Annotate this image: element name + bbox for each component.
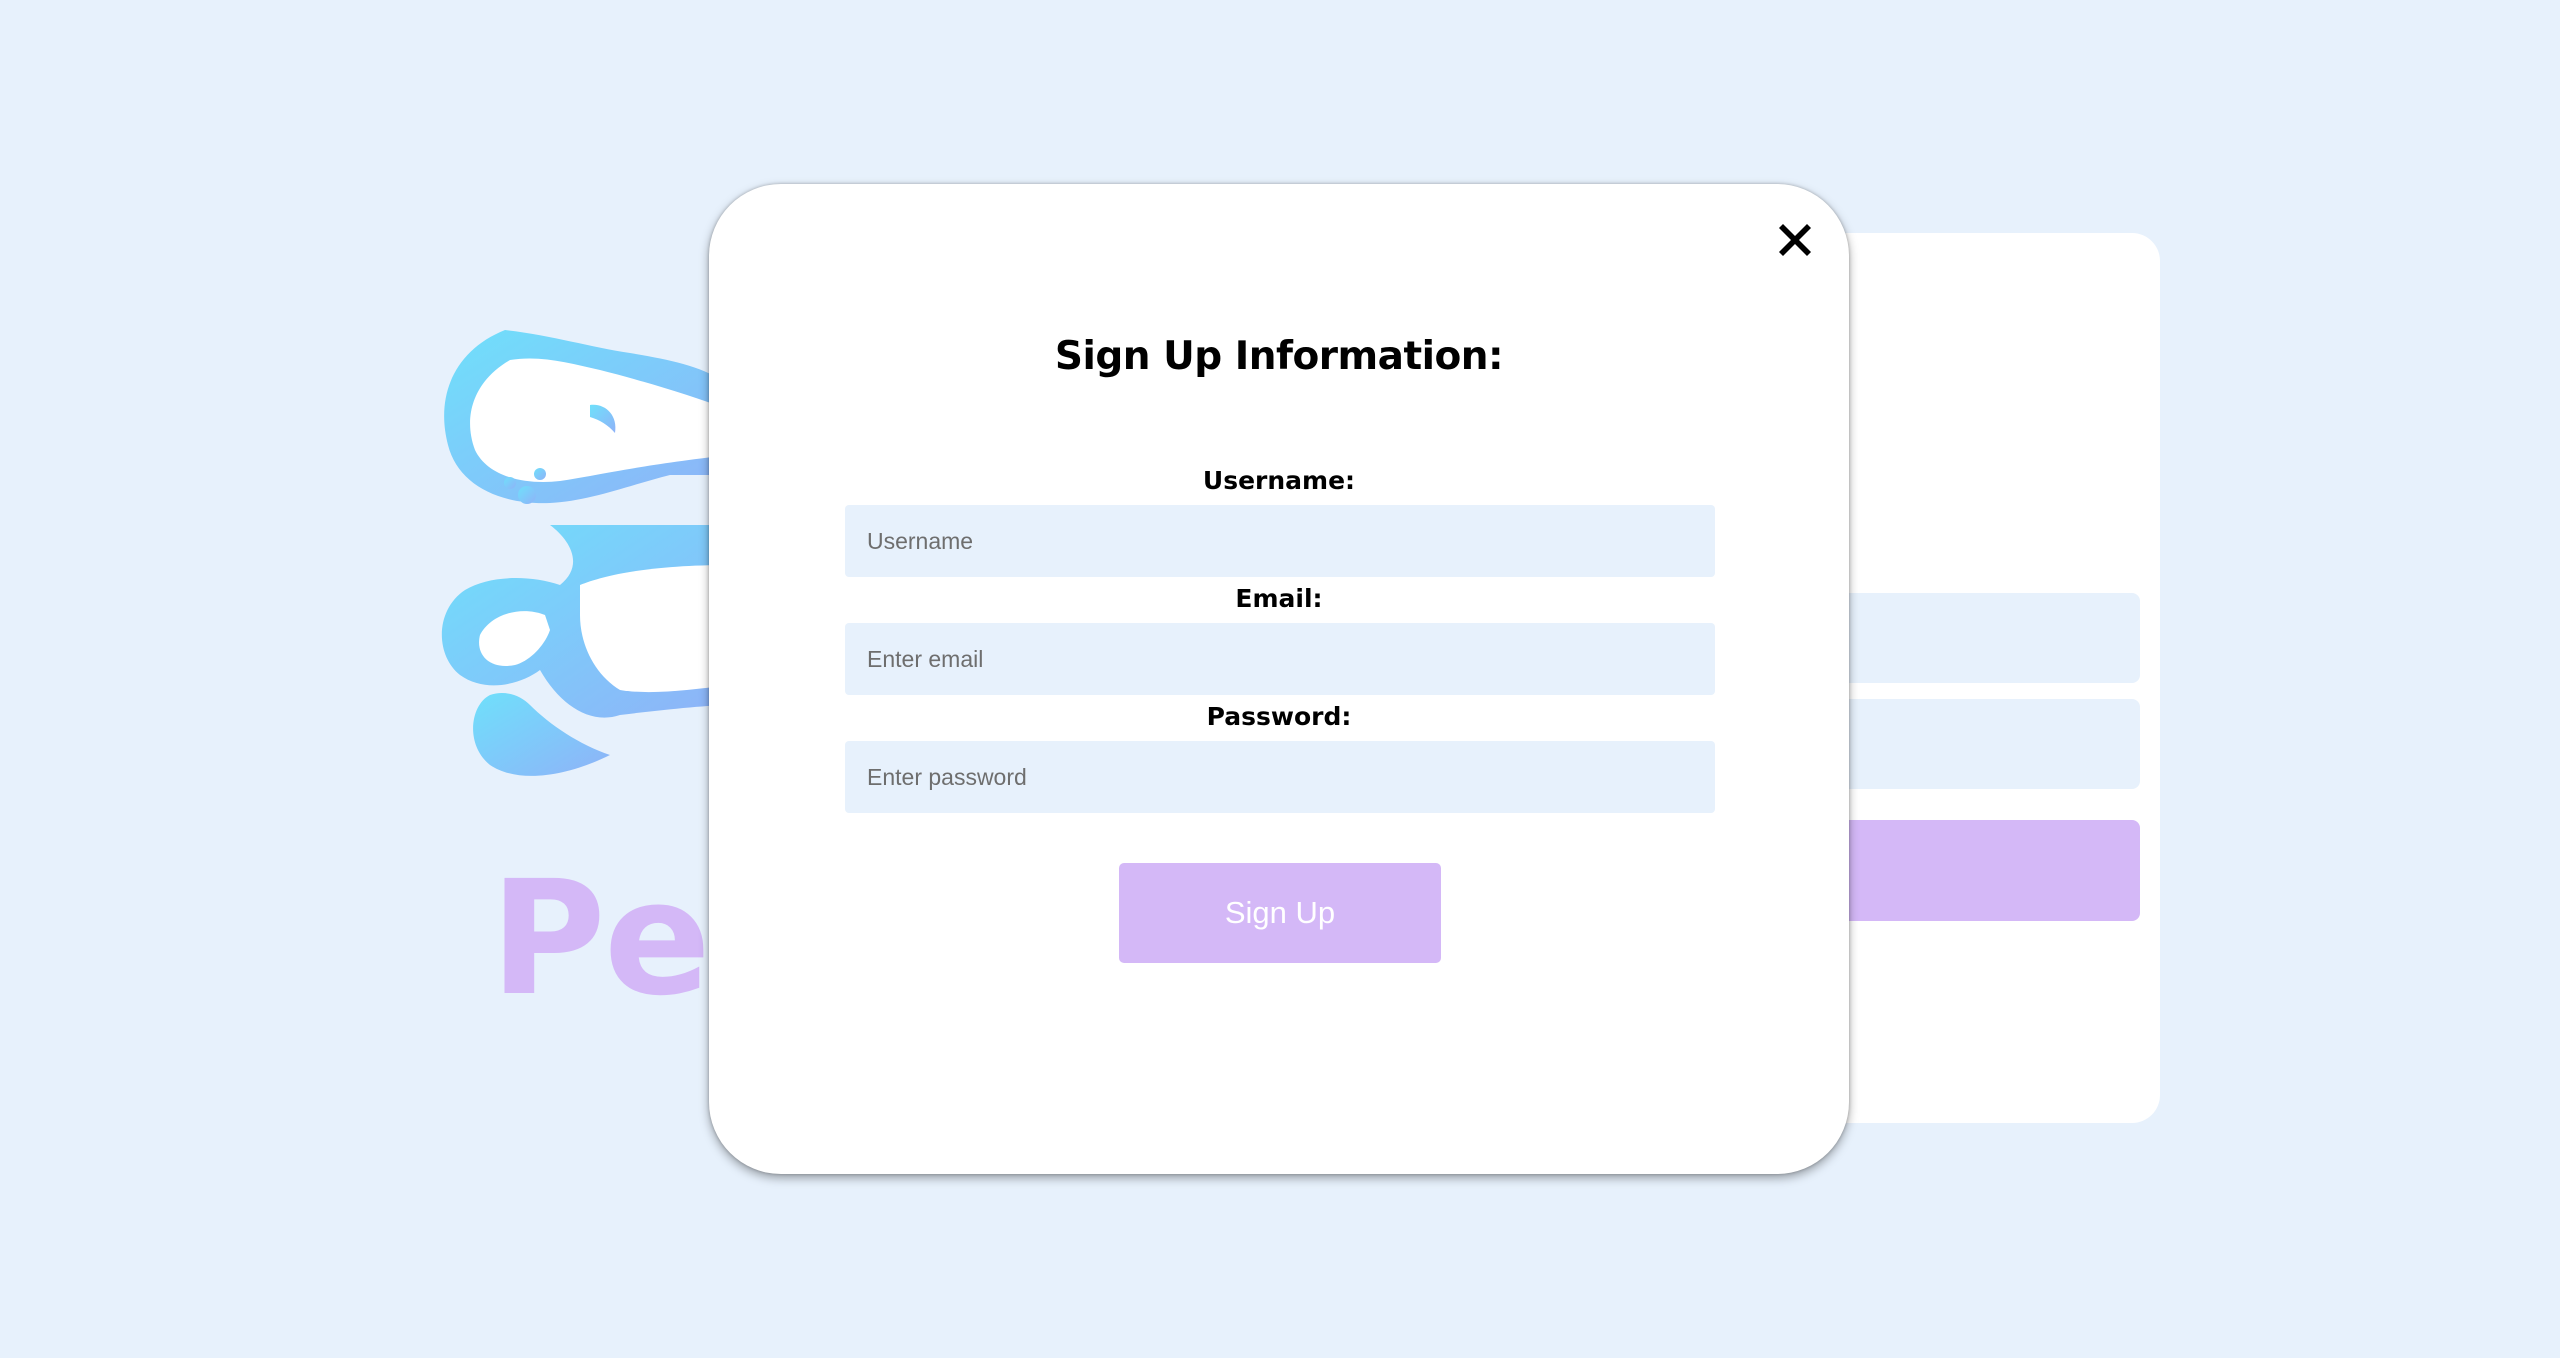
background-login-input	[1800, 593, 2140, 683]
username-input[interactable]	[845, 505, 1715, 577]
background-login-button	[1800, 820, 2140, 921]
password-input[interactable]	[845, 741, 1715, 813]
username-label: Username:	[1202, 466, 1356, 495]
password-label: Password:	[1206, 702, 1352, 731]
pet-logo-icon	[430, 325, 750, 785]
signup-modal: Sign Up Information: Username: Email: Pa…	[709, 184, 1849, 1174]
close-icon[interactable]	[1773, 218, 1817, 262]
email-input[interactable]	[845, 623, 1715, 695]
sign-up-button[interactable]: Sign Up	[1119, 863, 1441, 963]
email-label: Email:	[1235, 584, 1323, 613]
modal-title: Sign Up Information:	[1054, 334, 1504, 379]
background-login-input	[1800, 699, 2140, 789]
